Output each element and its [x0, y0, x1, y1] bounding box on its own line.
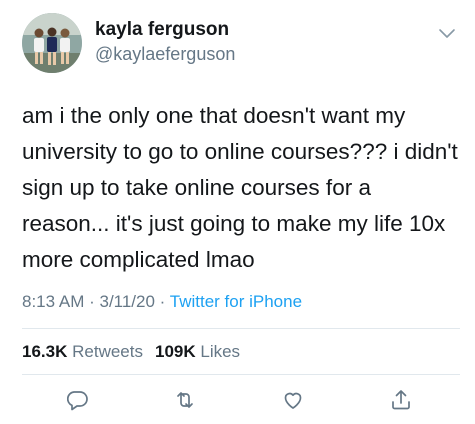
retweet-button[interactable]: [172, 387, 198, 413]
tweet-text: am i the only one that doesn't want my u…: [22, 103, 458, 272]
retweets-count: 16.3K: [22, 342, 68, 361]
divider: [22, 374, 460, 375]
likes-count: 109K: [154, 342, 196, 361]
tweet-time[interactable]: 8:13 AM: [22, 292, 84, 311]
tweet-meta: 8:13 AM · 3/11/20 · Twitter for iPhone: [22, 292, 302, 312]
meta-separator: ·: [84, 292, 100, 311]
divider: [22, 328, 460, 329]
share-icon: [392, 390, 410, 410]
profile-photo-icon: [22, 13, 82, 73]
reply-button[interactable]: [64, 387, 90, 413]
likes-stat[interactable]: 109K Likes: [155, 342, 240, 361]
author-name[interactable]: kayla ferguson: [95, 19, 229, 41]
meta-separator: ·: [154, 292, 170, 311]
retweets-stat[interactable]: 16.3K Retweets: [22, 342, 143, 361]
share-button[interactable]: [388, 387, 414, 413]
author-handle[interactable]: @kaylaeferguson: [95, 44, 235, 65]
chevron-down-icon[interactable]: [438, 27, 456, 39]
tweet-source[interactable]: Twitter for iPhone: [170, 292, 302, 311]
tweet-date[interactable]: 3/11/20: [99, 292, 154, 311]
tweet-stats: 16.3K Retweets 109K Likes: [22, 342, 240, 362]
tweet-card: kayla ferguson @kaylaeferguson am i the …: [0, 0, 475, 424]
like-button[interactable]: [280, 387, 306, 413]
reply-icon: [66, 391, 88, 411]
likes-label: Likes: [200, 342, 241, 361]
avatar[interactable]: [22, 13, 82, 73]
retweet-icon: [177, 392, 193, 408]
like-heart-icon: [284, 392, 302, 409]
retweets-label: Retweets: [72, 342, 143, 361]
